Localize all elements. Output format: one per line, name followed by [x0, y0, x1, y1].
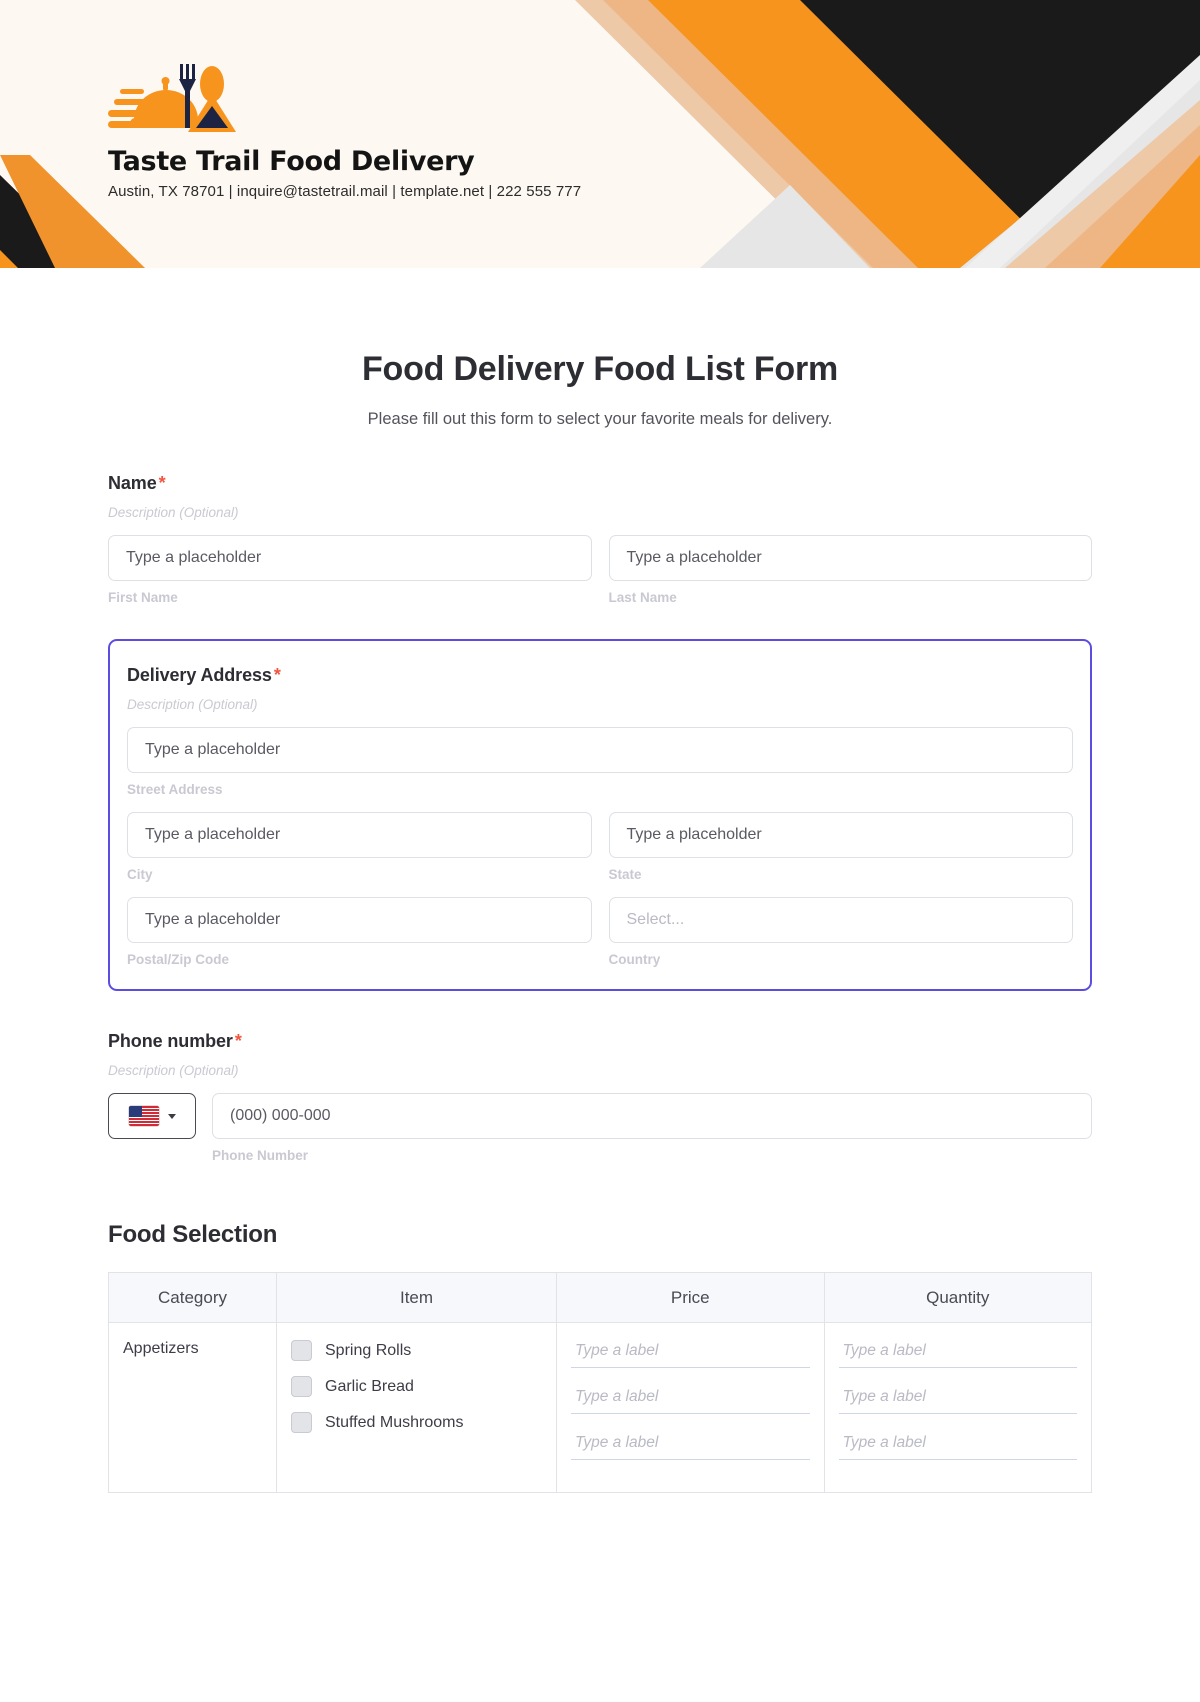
price-input[interactable]: Type a label	[571, 1340, 810, 1368]
required-asterisk: *	[234, 1031, 242, 1051]
column-header-item: Item	[276, 1272, 557, 1323]
table-head: Category Item Price Quantity	[108, 1272, 1092, 1323]
phone-sublabel: Phone Number	[212, 1148, 309, 1163]
food-cloche-cutlery-icon	[108, 64, 236, 132]
delivery-address-label-text: Delivery Address	[127, 665, 272, 685]
cell-quantities: Type a label Type a label Type a label	[823, 1322, 1092, 1493]
cell-prices: Type a label Type a label Type a label	[556, 1322, 825, 1493]
quantity-input[interactable]: Type a label	[838, 1340, 1077, 1368]
delivery-address-label: Delivery Address *	[127, 665, 1073, 686]
form-subtitle: Please fill out this form to select your…	[367, 410, 833, 428]
chevron-down-icon	[167, 1113, 176, 1119]
name-label-text: Name	[108, 473, 157, 493]
phone-input-row: (000) 000-000	[108, 1093, 1092, 1139]
country-select[interactable]: Select...	[608, 897, 1073, 943]
phone-description: Description (Optional)	[108, 1063, 239, 1078]
state-sublabel: State	[608, 867, 642, 882]
brand-block: Taste Trail Food Delivery Austin, TX 787…	[108, 58, 581, 200]
street-address-sublabel: Street Address	[127, 782, 223, 797]
first-name-sublabel: First Name	[108, 590, 178, 605]
form-fields: Name * Description (Optional) Type a plac…	[0, 473, 1200, 1493]
street-col: Type a placeholder Street Address	[127, 727, 1073, 797]
city-sublabel: City	[127, 867, 153, 882]
brand-contact-line: Austin, TX 78701 | inquire@tastetrail.ma…	[108, 183, 582, 200]
state-input[interactable]: Type a placeholder	[608, 812, 1073, 858]
brand-logo	[108, 58, 238, 136]
first-name-input[interactable]: Type a placeholder	[108, 535, 592, 581]
checkbox-icon[interactable]	[291, 1412, 312, 1433]
delivery-address-description: Description (Optional)	[127, 697, 258, 712]
checkbox-icon[interactable]	[291, 1376, 312, 1397]
name-label: Name *	[108, 473, 1092, 494]
form-sheet: Food Delivery Food List Form Please fill…	[0, 268, 1200, 1493]
column-header-category: Category	[108, 1272, 277, 1323]
zip-country-row: Type a placeholder Postal/Zip Code Selec…	[127, 897, 1073, 967]
form-header: Food Delivery Food List Form Please fill…	[0, 268, 1200, 429]
column-header-quantity: Quantity	[823, 1272, 1092, 1323]
column-header-price: Price	[556, 1272, 825, 1323]
quantity-input[interactable]: Type a label	[838, 1386, 1077, 1414]
name-inputs-row: Type a placeholder First Name Type a pla…	[108, 535, 1092, 605]
checkbox-item[interactable]: Spring Rolls	[291, 1340, 542, 1361]
last-name-input[interactable]: Type a placeholder	[608, 535, 1092, 581]
phone-country-selector[interactable]	[108, 1093, 196, 1139]
street-address-input[interactable]: Type a placeholder	[127, 727, 1073, 773]
required-asterisk: *	[273, 665, 281, 685]
zip-col: Type a placeholder Postal/Zip Code	[127, 897, 592, 967]
checkbox-label: Spring Rolls	[325, 1341, 412, 1359]
name-field-group: Name * Description (Optional) Type a plac…	[108, 473, 1092, 605]
street-row: Type a placeholder Street Address	[127, 727, 1073, 797]
brand-name: Taste Trail Food Delivery	[108, 146, 475, 177]
checkbox-item[interactable]: Garlic Bread	[291, 1376, 542, 1397]
first-name-col: Type a placeholder First Name	[108, 535, 592, 605]
phone-label-text: Phone number	[108, 1031, 233, 1051]
country-sublabel: Country	[608, 952, 661, 967]
country-col: Select... Country	[608, 897, 1073, 967]
price-input[interactable]: Type a label	[571, 1432, 810, 1460]
table-row: Appetizers Spring Rolls Garlic Bread Stu…	[108, 1322, 1092, 1493]
page-title: Food Delivery Food List Form	[361, 350, 839, 388]
food-selection-table: Category Item Price Quantity Appetizers …	[108, 1272, 1092, 1493]
last-name-sublabel: Last Name	[608, 590, 677, 605]
cell-category: Appetizers	[108, 1322, 277, 1493]
city-input[interactable]: Type a placeholder	[127, 812, 592, 858]
checkbox-label: Stuffed Mushrooms	[325, 1413, 464, 1431]
postal-zip-input[interactable]: Type a placeholder	[127, 897, 592, 943]
postal-zip-sublabel: Postal/Zip Code	[127, 952, 230, 967]
phone-field-group: Phone number * Description (Optional) (0…	[108, 1031, 1092, 1163]
phone-number-input[interactable]: (000) 000-000	[212, 1093, 1092, 1139]
phone-input-col: (000) 000-000	[212, 1093, 1092, 1139]
checkbox-icon[interactable]	[291, 1340, 312, 1361]
delivery-address-field-group[interactable]: Delivery Address * Description (Optional)…	[108, 639, 1092, 991]
name-description: Description (Optional)	[108, 505, 239, 520]
city-state-row: Type a placeholder City Type a placehold…	[127, 812, 1073, 882]
us-flag-icon	[128, 1106, 159, 1126]
state-col: Type a placeholder State	[608, 812, 1073, 882]
checkbox-label: Garlic Bread	[325, 1377, 414, 1395]
required-asterisk: *	[158, 473, 166, 493]
page-header: Taste Trail Food Delivery Austin, TX 787…	[0, 0, 1200, 268]
table-header-row: Category Item Price Quantity	[108, 1272, 1092, 1323]
quantity-input[interactable]: Type a label	[838, 1432, 1077, 1460]
last-name-col: Type a placeholder Last Name	[608, 535, 1092, 605]
phone-label: Phone number *	[108, 1031, 1092, 1052]
city-col: Type a placeholder City	[127, 812, 592, 882]
price-input[interactable]: Type a label	[571, 1386, 810, 1414]
table-body: Appetizers Spring Rolls Garlic Bread Stu…	[108, 1322, 1092, 1493]
checkbox-item[interactable]: Stuffed Mushrooms	[291, 1412, 542, 1433]
food-selection-title: Food Selection	[108, 1221, 278, 1248]
cell-items: Spring Rolls Garlic Bread Stuffed Mushro…	[276, 1322, 557, 1493]
